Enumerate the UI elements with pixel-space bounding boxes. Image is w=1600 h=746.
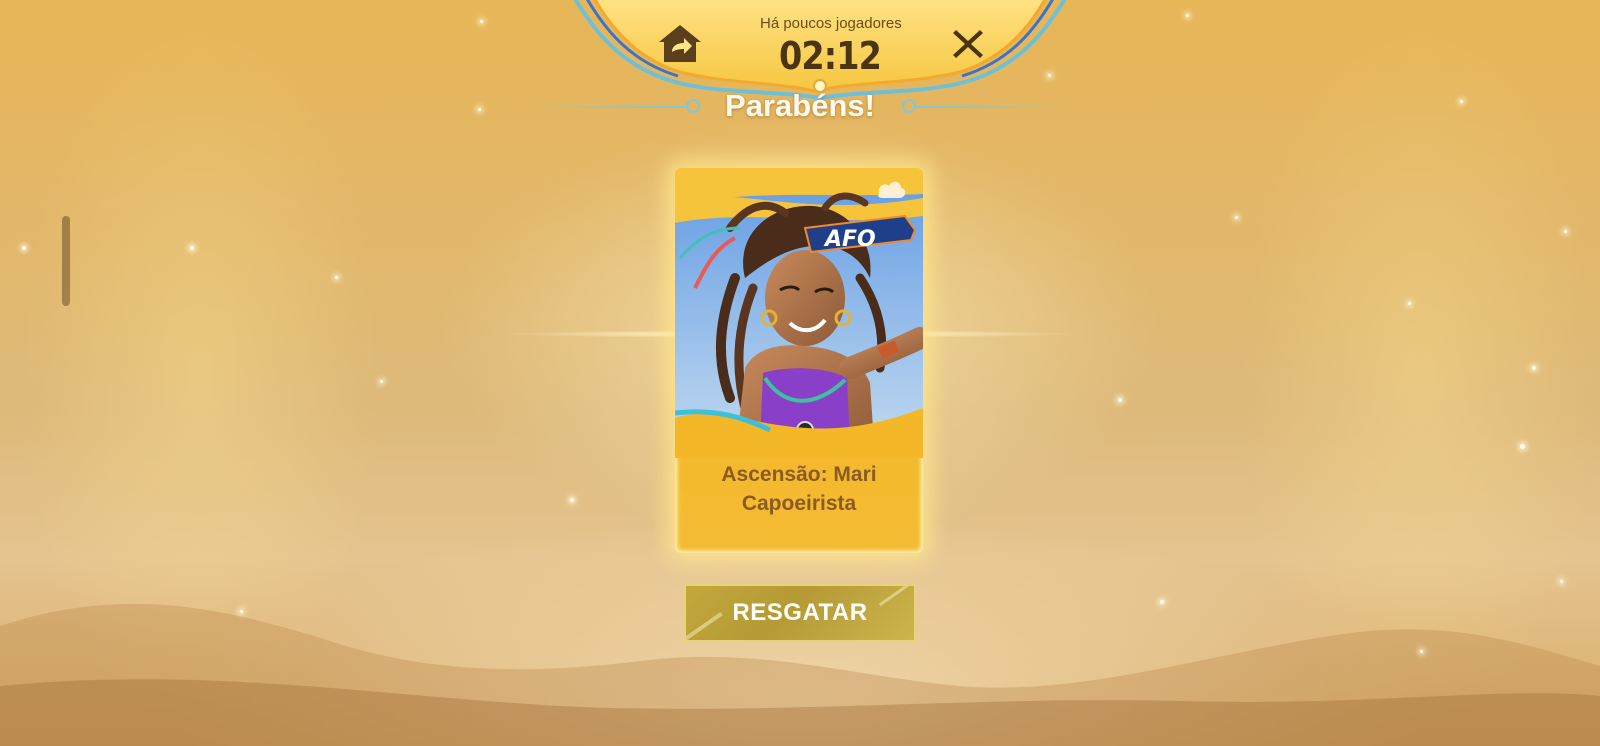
sparkle — [190, 246, 194, 250]
sparkle — [1420, 650, 1423, 653]
character-portrait: AFO — [675, 168, 923, 458]
sparkle — [335, 276, 338, 279]
notice-text: Há poucos jogadores — [760, 15, 902, 32]
card-badge-icon — [878, 181, 906, 198]
sparkle — [570, 498, 574, 502]
sparkle — [1560, 580, 1563, 583]
sparkle — [1564, 230, 1567, 233]
sparkle — [1186, 14, 1189, 17]
sparkle — [1520, 444, 1525, 449]
title-ring-left — [686, 99, 700, 113]
sparkle — [478, 108, 481, 111]
home-return-icon[interactable] — [656, 22, 704, 66]
sparkle — [1160, 600, 1164, 604]
claim-button[interactable]: RESGATAR — [684, 584, 916, 642]
sparkle — [240, 610, 243, 613]
reward-screen: Há poucos jogadores 02:12 Parabéns! AFO … — [0, 0, 1600, 746]
page-title: Parabéns! — [725, 88, 875, 123]
sparkle — [480, 20, 483, 23]
sparkle — [1532, 366, 1536, 370]
sparkle — [1408, 302, 1411, 305]
title-line-right — [914, 106, 1064, 108]
background-mountains — [0, 603, 1600, 746]
sparkle — [1235, 216, 1238, 219]
side-scroll-handle[interactable] — [62, 216, 70, 306]
countdown-timer: 02:12 — [778, 34, 882, 78]
reward-name-line1: Ascensão: Mari — [721, 463, 877, 486]
title-line-left — [535, 106, 685, 108]
reward-name-line2: Capoeirista — [741, 492, 857, 515]
sparkle — [1118, 398, 1122, 402]
sparkle — [22, 246, 26, 250]
reward-card[interactable]: AFO Ascensão: Mari Capoeirista — [675, 168, 923, 553]
close-icon[interactable] — [948, 24, 988, 64]
reward-name: Ascensão: Mari Capoeirista — [685, 460, 913, 518]
sparkle — [1460, 100, 1463, 103]
claim-button-label: RESGATAR — [732, 599, 868, 626]
sparkle — [380, 380, 383, 383]
card-logo-text: AFO — [823, 227, 876, 252]
